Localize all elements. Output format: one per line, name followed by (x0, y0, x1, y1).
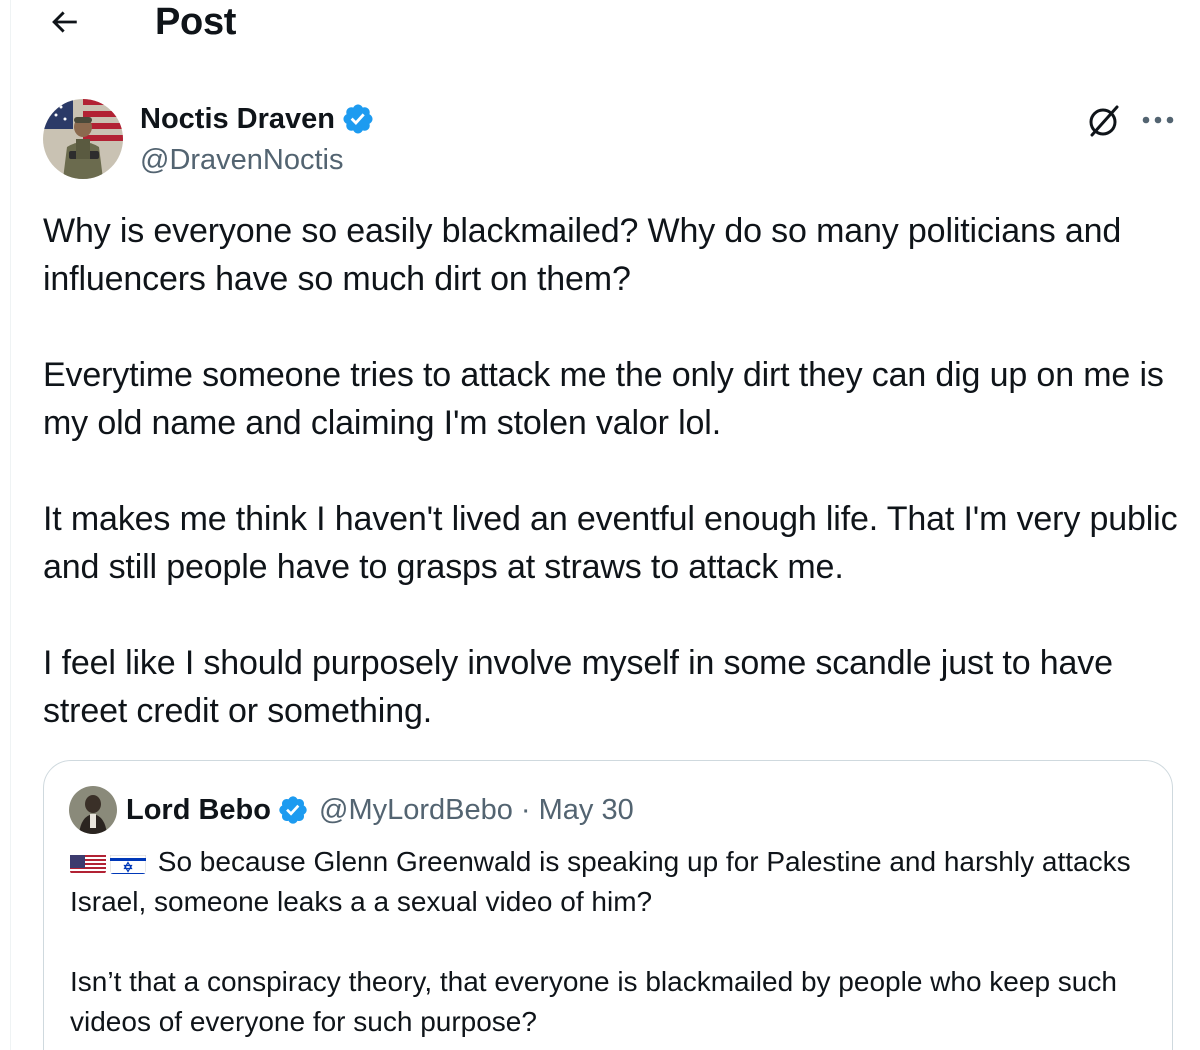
more-options-icon[interactable] (1138, 106, 1178, 134)
quoted-avatar-image (69, 786, 117, 834)
israel-flag-icon (110, 850, 146, 874)
post-paragraph: Why is everyone so easily blackmailed? W… (43, 212, 1122, 298)
post-page: Post Noctis Draven @DravenNoctis Why is … (0, 0, 1200, 1050)
quoted-handle-date: @MyLordBebo · May 30 (319, 794, 634, 826)
back-button[interactable] (44, 2, 84, 42)
quoted-post-text: So because Glenn Greenwald is speaking u… (70, 842, 1150, 1050)
quoted-author-name[interactable]: Lord Bebo (126, 790, 271, 830)
avatar[interactable] (43, 99, 123, 179)
quoted-paragraph: So because Glenn Greenwald is speaking u… (70, 842, 1150, 922)
verified-badge-icon (279, 796, 307, 824)
quoted-paragraph-text: So because Glenn Greenwald is speaking u… (70, 846, 1131, 917)
post-paragraph: I feel like I should purposely involve m… (43, 644, 1113, 730)
avatar-image (43, 99, 123, 179)
quoted-avatar[interactable] (69, 786, 117, 834)
post-paragraph: It makes me think I haven't lived an eve… (43, 500, 1178, 586)
column-divider (10, 0, 11, 1050)
quoted-paragraph: Isn’t that a conspiracy theory, that eve… (70, 966, 1117, 1037)
quoted-header: Lord Bebo @MyLordBebo · May 30 (126, 790, 634, 830)
page-title: Post (155, 1, 237, 43)
author-name[interactable]: Noctis Draven (140, 101, 375, 137)
arrow-left-icon (52, 11, 77, 33)
post-text: Why is everyone so easily blackmailed? W… (43, 207, 1183, 735)
quoted-post-card[interactable]: Lord Bebo @MyLordBebo · May 30 So becaus… (43, 760, 1173, 1050)
author-handle[interactable]: @DravenNoctis (140, 142, 344, 178)
us-flag-icon (70, 850, 106, 874)
verified-badge-icon (343, 104, 373, 134)
author-name-text: Noctis Draven (140, 103, 336, 135)
post-paragraph: Everytime someone tries to attack me the… (43, 356, 1164, 442)
grok-icon[interactable] (1084, 102, 1122, 140)
